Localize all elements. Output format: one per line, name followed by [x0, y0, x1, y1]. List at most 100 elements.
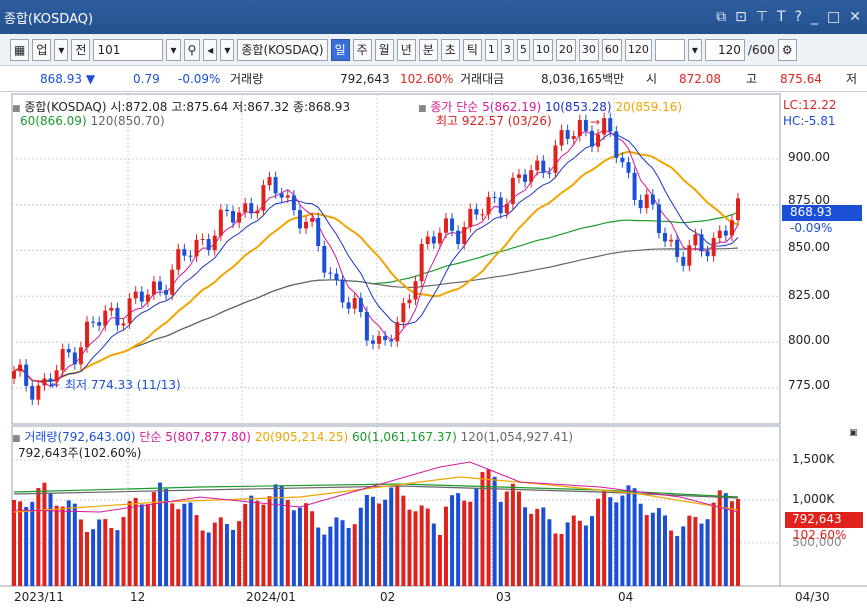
close-icon[interactable]: ✕	[849, 9, 861, 25]
interval-30[interactable]: 30	[578, 38, 599, 61]
interval-1[interactable]: 1	[484, 38, 498, 61]
candle-body	[596, 134, 601, 147]
volume-bar	[723, 493, 728, 586]
interval-10[interactable]: 10	[532, 38, 553, 61]
candle-body	[352, 298, 357, 309]
restore-icon[interactable]: ⧉	[716, 9, 726, 25]
volume-bar	[638, 503, 643, 586]
list-dropdown-icon[interactable]: ▾	[220, 38, 235, 61]
volume-bar	[194, 515, 199, 586]
candle-body	[681, 256, 686, 266]
link-icon[interactable]: ⊡	[735, 9, 747, 25]
interval-120[interactable]: 120	[624, 38, 652, 61]
ma60-line	[13, 211, 739, 383]
code-input[interactable]: 101	[93, 38, 164, 61]
volume-bar	[389, 487, 394, 586]
interval-dropdown-icon[interactable]: ▾	[687, 38, 702, 61]
open-value: 872.08	[679, 71, 721, 86]
prev-button[interactable]: 전	[71, 38, 91, 61]
volume-bar	[620, 495, 625, 586]
candle-body	[419, 244, 424, 282]
candle-body	[669, 239, 674, 242]
change-percent: -0.09%	[178, 71, 221, 86]
grid-icon[interactable]: ▦	[10, 38, 30, 61]
xtick-end: 04/30	[795, 590, 830, 604]
candle-body	[273, 177, 278, 194]
chart-area[interactable]: → ← ■ 종합(KOSDAQ) 시:872.08 고:875.64 저:867.…	[0, 92, 867, 613]
candle-body	[443, 218, 448, 233]
candle-body	[334, 273, 339, 280]
panel-close-icon[interactable]: ▣	[849, 428, 858, 438]
chart-settings-icon[interactable]: ⚙	[777, 38, 797, 61]
volume-bar	[437, 534, 442, 586]
window-title: 종합(KOSDAQ)	[4, 11, 94, 27]
candle-body	[182, 249, 187, 256]
ma-legend-box-icon: ■	[418, 104, 427, 114]
volume-bar	[109, 527, 114, 586]
volume-bar	[121, 517, 126, 586]
volume-bar	[54, 505, 59, 586]
minimize-icon[interactable]: _	[811, 9, 818, 25]
candle-body	[218, 209, 223, 236]
volume-bar	[687, 515, 692, 586]
help-icon[interactable]: ?	[795, 9, 802, 25]
volume-bar	[589, 516, 594, 586]
dropdown-icon[interactable]: ▾	[54, 38, 69, 61]
period-week[interactable]: 주	[352, 38, 372, 61]
vol-ma5: 단순 5(807,877.80)	[139, 430, 251, 444]
candle-body	[370, 340, 375, 344]
candle-body	[322, 246, 327, 273]
lc-value: LC:12.22	[783, 98, 837, 112]
candle-body	[249, 203, 254, 214]
volume-bar	[224, 524, 229, 586]
interval-60[interactable]: 60	[601, 38, 622, 61]
interval-3[interactable]: 3	[500, 38, 514, 61]
volume-bar	[443, 506, 448, 586]
period-minute[interactable]: 분	[418, 38, 438, 61]
market-select[interactable]: 업	[32, 38, 52, 61]
candle-body	[304, 221, 309, 229]
candle-body	[480, 214, 485, 216]
count-input[interactable]: 120	[704, 38, 745, 61]
interval-5[interactable]: 5	[516, 38, 530, 61]
volume-bar	[364, 494, 369, 586]
volume-bar	[626, 485, 631, 586]
last-price-tag: 868.93	[782, 205, 862, 221]
volume-label: 거래량	[230, 72, 264, 86]
interval-input[interactable]	[654, 38, 685, 61]
volume-bar	[18, 501, 23, 586]
candle-body	[109, 307, 114, 311]
period-day[interactable]: 일	[330, 38, 350, 61]
pin-icon[interactable]: ⊤	[756, 9, 768, 25]
volume-bar	[474, 488, 479, 586]
volume-legend-title: 거래량(792,643.00)	[24, 430, 136, 444]
volume-bar	[711, 502, 716, 586]
candle-body	[164, 290, 169, 295]
interval-20[interactable]: 20	[555, 38, 576, 61]
volume-bar	[370, 496, 375, 586]
chart-canvas[interactable]: →←	[0, 92, 867, 613]
volume-bar	[151, 492, 156, 586]
volume-bar	[565, 522, 570, 586]
volume-bar	[304, 503, 309, 586]
text-icon[interactable]: T	[777, 9, 786, 25]
candle-body	[66, 349, 71, 353]
volume-bar	[212, 522, 217, 586]
period-year[interactable]: 년	[396, 38, 416, 61]
candle-body	[158, 281, 163, 291]
volume-bar	[559, 533, 564, 586]
period-month[interactable]: 월	[374, 38, 394, 61]
sound-icon[interactable]: ◂	[203, 38, 218, 61]
volume-bar	[553, 533, 558, 586]
search-icon[interactable]: ⚲	[183, 38, 201, 61]
period-second[interactable]: 초	[440, 38, 460, 61]
candle-body	[364, 312, 369, 341]
candle-body	[492, 197, 497, 199]
code-dropdown-icon[interactable]: ▾	[166, 38, 181, 61]
candle-body	[437, 232, 442, 244]
period-tick[interactable]: 틱	[462, 38, 482, 61]
candle-body	[456, 230, 461, 244]
volume-bar	[456, 493, 461, 586]
maximize-icon[interactable]: □	[827, 9, 840, 25]
volume-bar	[127, 501, 132, 586]
